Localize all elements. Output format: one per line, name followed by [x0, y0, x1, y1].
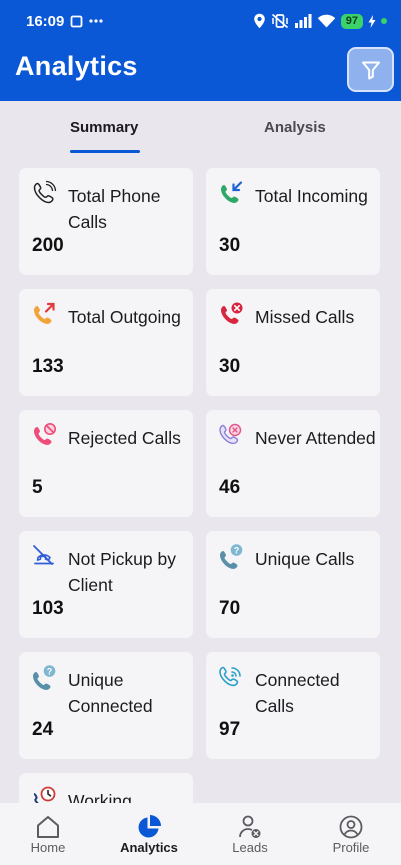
- app-header: 16:09 97 Analytics: [0, 0, 401, 101]
- nav-home[interactable]: Home: [0, 803, 98, 865]
- card-value: 103: [32, 598, 64, 619]
- card-title: Rejected Calls: [68, 428, 181, 448]
- page-title: Analytics: [15, 51, 138, 81]
- unique-connected-icon: ?: [33, 665, 56, 690]
- card-value: 97: [219, 719, 241, 740]
- card-connected-calls[interactable]: Connected Calls 97: [206, 652, 380, 759]
- card-value: 24: [32, 719, 54, 740]
- signal-icon: [294, 14, 312, 28]
- card-missed-calls[interactable]: Missed Calls 30: [206, 289, 380, 396]
- card-not-pickup-by-client[interactable]: Not Pickup by Client 103: [19, 531, 193, 638]
- svg-text:?: ?: [47, 666, 53, 676]
- working-hours-icon: [33, 786, 56, 803]
- card-total-phone-calls[interactable]: Total Phone Calls 200: [19, 168, 193, 275]
- charging-icon: [368, 14, 376, 28]
- card-value: 70: [219, 598, 241, 619]
- outgoing-call-icon: [34, 302, 55, 324]
- rejected-call-icon: [34, 423, 56, 445]
- filter-icon: [361, 61, 380, 79]
- connected-calls-icon: [219, 666, 241, 687]
- card-value: 30: [219, 235, 241, 256]
- incoming-call-icon: [221, 181, 243, 203]
- card-working[interactable]: Working: [19, 773, 193, 803]
- card-title: Working: [68, 791, 132, 803]
- unique-calls-icon: ?: [220, 544, 243, 569]
- card-value: 200: [32, 235, 64, 256]
- card-title: Unique Calls: [255, 549, 355, 569]
- home-icon: [37, 816, 59, 838]
- card-value: 133: [32, 356, 64, 377]
- card-title: Total Incoming: [255, 186, 368, 206]
- nav-label: Home: [30, 840, 66, 855]
- phone-ringing-icon: [33, 180, 57, 204]
- wifi-icon: [317, 14, 336, 28]
- analytics-pie-icon: [138, 815, 161, 838]
- more-notifications-icon: [89, 19, 103, 23]
- card-total-outgoing[interactable]: Total Outgoing 133: [19, 289, 193, 396]
- status-bar: 16:09 97: [0, 0, 401, 42]
- tab-bar: Summary Analysis: [0, 101, 401, 155]
- nav-profile[interactable]: Profile: [301, 803, 401, 865]
- card-unique-connected[interactable]: ? Unique Connected 24: [19, 652, 193, 759]
- svg-text:?: ?: [234, 545, 240, 555]
- status-time: 16:09: [26, 12, 65, 30]
- nav-label: Profile: [332, 840, 370, 855]
- filter-button[interactable]: [347, 47, 394, 92]
- leads-icon: [239, 815, 261, 838]
- card-value: 30: [219, 356, 241, 377]
- battery-level: 97: [340, 13, 363, 29]
- profile-icon: [339, 815, 363, 839]
- card-never-attended[interactable]: Never Attended 46: [206, 410, 380, 517]
- bottom-navigation: Home Analytics Leads Profile: [0, 803, 401, 865]
- card-title: Never Attended: [255, 428, 376, 448]
- card-title: Total Outgoing: [68, 307, 181, 327]
- summary-cards-grid: Total Phone Calls 200 Total Incoming 30 …: [0, 155, 401, 803]
- nav-label: Leads: [232, 840, 268, 855]
- card-title: Total Phone Calls: [68, 186, 161, 232]
- card-title: Connected Calls: [255, 670, 340, 716]
- location-icon: [253, 13, 266, 29]
- card-title: Unique Connected: [68, 670, 153, 716]
- nav-label: Analytics: [120, 840, 178, 855]
- card-value: 5: [32, 477, 43, 498]
- nav-leads[interactable]: Leads: [200, 803, 300, 865]
- never-attended-icon: [219, 423, 242, 445]
- card-total-incoming[interactable]: Total Incoming 30: [206, 168, 380, 275]
- active-dot-icon: [381, 18, 387, 24]
- vibrate-mute-icon: [271, 13, 289, 29]
- card-value: 46: [219, 477, 241, 498]
- tab-active-indicator: [70, 150, 140, 153]
- not-picked-up-icon: [33, 545, 54, 565]
- tab-analysis[interactable]: Analysis: [264, 119, 326, 136]
- card-unique-calls[interactable]: ? Unique Calls 70: [206, 531, 380, 638]
- card-title: Not Pickup by Client: [68, 549, 176, 595]
- missed-call-icon: [221, 302, 243, 324]
- nav-analytics[interactable]: Analytics: [99, 803, 199, 865]
- card-rejected-calls[interactable]: Rejected Calls 5: [19, 410, 193, 517]
- card-title: Missed Calls: [255, 307, 355, 327]
- tab-summary[interactable]: Summary: [70, 119, 138, 136]
- screen-record-icon: [70, 15, 83, 28]
